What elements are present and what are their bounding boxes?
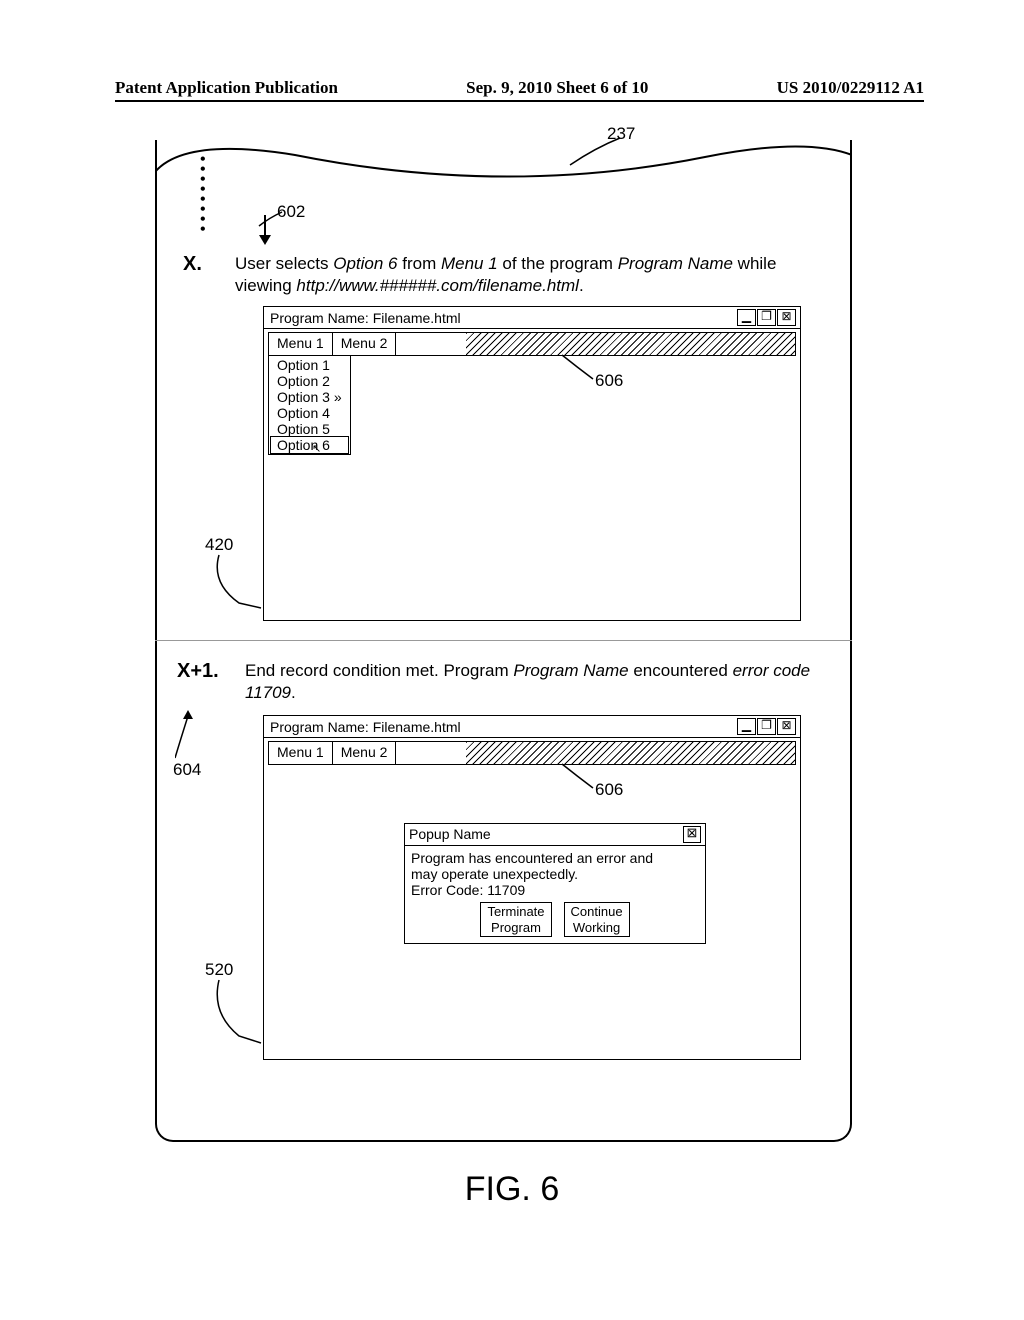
window-title-2: Program Name: Filename.html [270,719,461,735]
step-x1-text: X+1. End record condition met. Program P… [245,660,825,704]
app-body-2: Popup Name ⊠ Program has encountered an … [264,765,800,1059]
option-5[interactable]: Option 5 [271,421,348,437]
leader-520 [209,978,269,1048]
leader-237 [565,130,635,170]
continue-working-button[interactable]: Continue Working [564,902,630,937]
error-popup: Popup Name ⊠ Program has encountered an … [404,823,706,944]
popup-title: Popup Name [409,826,491,843]
popup-close-icon[interactable]: ⊠ [683,826,701,843]
terminate-program-button[interactable]: Terminate Program [480,902,551,937]
menu-bar: Menu 1 Menu 2 [268,332,796,356]
popup-title-bar[interactable]: Popup Name ⊠ [405,824,705,846]
step-x-text: X. User selects Option 6 from Menu 1 of … [235,253,825,297]
popup-msg-line3: Error Code: 11709 [411,882,699,898]
option-2[interactable]: Option 2 [271,373,348,389]
window-title: Program Name: Filename.html [270,310,461,326]
url-bar-hatched[interactable] [466,333,795,355]
header-center: Sep. 9, 2010 Sheet 6 of 10 [466,78,648,98]
app-window-step-x: Program Name: Filename.html ▁ ❐ ⊠ Menu 1… [263,306,801,621]
cursor-icon: ↖ [312,442,321,455]
option-6-selected[interactable]: Option 6 [270,436,349,454]
title-bar-2[interactable]: Program Name: Filename.html ▁ ❐ ⊠ [264,716,800,738]
menu-1-dropdown: Option 1 Option 2 Option 3 » Option 4 Op… [268,355,351,455]
step-x-number: X. [183,251,202,277]
option-1[interactable]: Option 1 [271,357,348,373]
torn-edge [155,137,852,197]
popup-msg-line2: may operate unexpectedly. [411,866,699,882]
maximize-icon[interactable]: ❐ [757,309,776,326]
menu-bar-2: Menu 1 Menu 2 [268,741,796,765]
figure-237-frame: •••••••• 237 602 X. User selects Option … [155,140,852,1142]
leader-606a [559,353,599,383]
close-icon[interactable]: ⊠ [777,718,796,735]
page-header: Patent Application Publication Sep. 9, 2… [115,78,924,102]
arrow-602 [259,215,271,247]
title-bar[interactable]: Program Name: Filename.html ▁ ❐ ⊠ [264,307,800,329]
window-controls: ▁ ❐ ⊠ [737,309,796,326]
popup-body: Program has encountered an error and may… [405,846,705,943]
callout-237: 237 [607,124,635,144]
option-3[interactable]: Option 3 » [271,389,348,405]
leader-420 [209,553,269,613]
callout-606-b: 606 [595,780,623,800]
app-body: Option 1 Option 2 Option 3 » Option 4 Op… [264,356,800,620]
step-separator [155,640,852,641]
menu-2-tab[interactable]: Menu 2 [333,333,397,355]
app-window-step-x1: Program Name: Filename.html ▁ ❐ ⊠ Menu 1… [263,715,801,1060]
callout-420: 420 [205,535,233,555]
minimize-icon[interactable]: ▁ [737,309,756,326]
url-bar-hatched-2[interactable] [466,742,795,764]
window-controls-2: ▁ ❐ ⊠ [737,718,796,735]
callout-602: 602 [277,202,305,222]
minimize-icon[interactable]: ▁ [737,718,756,735]
menu-1-tab[interactable]: Menu 1 [269,742,333,764]
leader-604 [175,716,205,766]
header-left: Patent Application Publication [115,78,338,98]
patent-figure-page: Patent Application Publication Sep. 9, 2… [0,0,1024,1320]
maximize-icon[interactable]: ❐ [757,718,776,735]
close-icon[interactable]: ⊠ [777,309,796,326]
callout-520: 520 [205,960,233,980]
menu-1-tab[interactable]: Menu 1 [269,333,333,355]
step-x1-number: X+1. [177,658,219,684]
popup-msg-line1: Program has encountered an error and [411,850,699,866]
option-4[interactable]: Option 4 [271,405,348,421]
leader-606b [559,762,599,792]
callout-606-a: 606 [595,371,623,391]
continuation-dots-top: •••••••• [200,155,206,235]
callout-604: 604 [173,760,201,780]
menu-2-tab[interactable]: Menu 2 [333,742,397,764]
header-right: US 2010/0229112 A1 [777,78,924,98]
figure-label: FIG. 6 [0,1170,1024,1209]
